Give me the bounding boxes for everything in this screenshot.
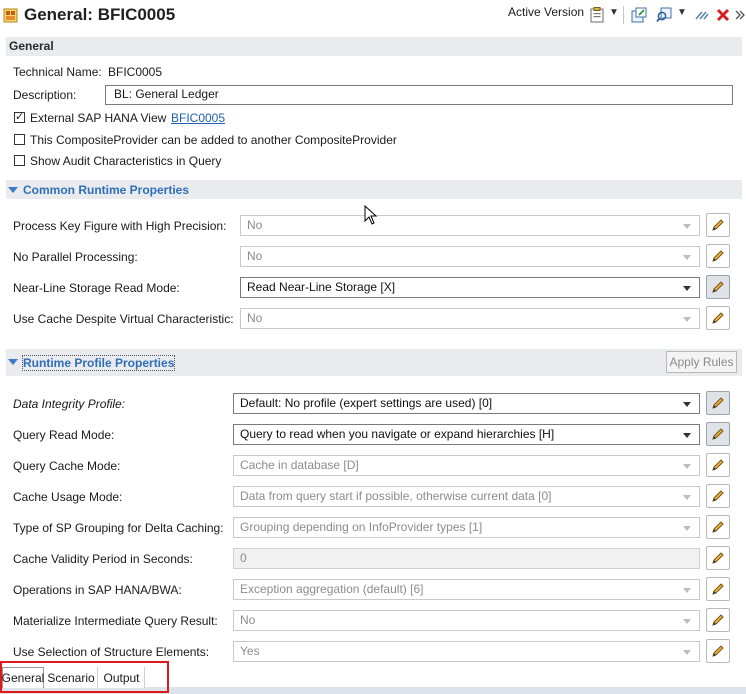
general-section-header [6, 37, 742, 56]
chevron-down-icon [683, 402, 691, 407]
cache-usage-mode-label: Cache Usage Mode: [13, 490, 123, 504]
cache-usage-mode-value: Data from query start if possible, other… [240, 489, 552, 503]
pencil-icon[interactable] [706, 608, 730, 632]
precision-label: Process Key Figure with High Precision: [13, 219, 227, 233]
toolbar-separator [623, 6, 624, 24]
pencil-icon[interactable] [706, 453, 730, 477]
cache-usage-mode-combo[interactable]: Data from query start if possible, other… [233, 486, 700, 507]
chevron-down-icon [683, 433, 691, 438]
composite-checkbox[interactable] [14, 134, 25, 145]
pencil-icon[interactable] [706, 484, 730, 508]
pencil-icon[interactable] [706, 244, 730, 268]
clipboard-icon[interactable] [588, 6, 606, 24]
general-section-title: General [9, 39, 54, 53]
audit-label: Show Audit Characteristics in Query [30, 154, 222, 168]
pencil-icon[interactable] [706, 213, 730, 237]
hana-operations-label: Operations in SAP HANA/BWA: [13, 583, 182, 597]
cache-virtual-combo[interactable]: No [240, 308, 700, 329]
nearline-combo[interactable]: Read Near-Line Storage [X] [240, 277, 700, 298]
export-icon[interactable] [630, 6, 648, 24]
pencil-icon[interactable] [706, 546, 730, 570]
expand-icon[interactable] [8, 187, 18, 193]
pencil-icon[interactable] [706, 275, 730, 299]
composite-provider-icon [3, 8, 18, 23]
technical-name-value: BFIC0005 [108, 65, 163, 79]
pencil-icon[interactable] [706, 577, 730, 601]
structure-selection-value: Yes [240, 644, 260, 658]
nearline-value: Read Near-Line Storage [X] [247, 280, 396, 294]
chevron-down-icon [683, 619, 691, 624]
external-view-checkbox[interactable] [14, 110, 25, 123]
cache-validity-field[interactable]: 0 [233, 548, 700, 569]
query-read-mode-label: Query Read Mode: [13, 428, 115, 442]
chevron-down-icon[interactable]: ▼ [677, 7, 687, 18]
chevron-down-icon [683, 495, 691, 500]
cache-validity-label: Cache Validity Period in Seconds: [13, 552, 193, 566]
query-read-mode-value: Query to read when you navigate or expan… [240, 427, 555, 441]
external-view-label: External SAP HANA View [30, 111, 167, 125]
cache-virtual-label: Use Cache Despite Virtual Characteristic… [13, 312, 234, 326]
chevron-down-icon [683, 588, 691, 593]
query-cache-mode-value: Cache in database [D] [240, 458, 359, 472]
structure-selection-label: Use Selection of Structure Elements: [13, 645, 210, 659]
sp-grouping-label: Type of SP Grouping for Delta Caching: [13, 521, 224, 535]
pin-icon[interactable] [693, 6, 711, 24]
precision-combo[interactable]: No [240, 215, 700, 236]
chevron-down-icon [683, 526, 691, 531]
hana-operations-combo[interactable]: Exception aggregation (default) [6] [233, 579, 700, 600]
query-read-mode-combo[interactable]: Query to read when you navigate or expan… [233, 424, 700, 445]
tabs-highlight [0, 661, 169, 693]
runtime-profile-title[interactable]: Runtime Profile Properties [21, 355, 176, 371]
common-runtime-title[interactable]: Common Runtime Properties [23, 183, 189, 197]
nearline-label: Near-Line Storage Read Mode: [13, 281, 180, 295]
parallel-value: No [247, 249, 263, 263]
active-version-label: Active Version [508, 5, 585, 19]
pencil-icon[interactable] [706, 391, 730, 415]
composite-label: This CompositeProvider can be added to a… [30, 133, 397, 147]
parallel-label: No Parallel Processing: [13, 250, 138, 264]
materialize-label: Materialize Intermediate Query Result: [13, 614, 218, 628]
precision-value: No [247, 218, 263, 232]
technical-name-label: Technical Name: [13, 65, 102, 79]
chevron-down-icon [683, 255, 691, 260]
external-view-link[interactable]: BFIC0005 [171, 111, 225, 125]
chevron-down-icon [683, 317, 691, 322]
structure-selection-combo[interactable]: Yes [233, 641, 700, 662]
editor-title: General: BFIC0005 [24, 5, 176, 24]
integrity-profile-label: Data Integrity Profile: [13, 397, 126, 411]
more-icon[interactable] [731, 6, 746, 24]
cache-validity-value: 0 [240, 551, 247, 565]
expand-icon[interactable] [8, 359, 18, 365]
audit-checkbox[interactable] [14, 155, 25, 166]
sp-grouping-value: Grouping depending on InfoProvider types… [240, 520, 483, 534]
pencil-icon[interactable] [706, 306, 730, 330]
chevron-down-icon [683, 286, 691, 291]
query-cache-mode-label: Query Cache Mode: [13, 459, 121, 473]
close-icon[interactable] [714, 6, 732, 24]
pencil-icon[interactable] [706, 639, 730, 663]
integrity-profile-combo[interactable]: Default: No profile (expert settings are… [233, 393, 700, 414]
description-label: Description: [13, 88, 77, 102]
pencil-icon[interactable] [706, 422, 730, 446]
chevron-down-icon[interactable]: ▼ [609, 7, 619, 18]
pencil-icon[interactable] [706, 515, 730, 539]
chevron-down-icon [683, 224, 691, 229]
apply-rules-button[interactable]: Apply Rules [666, 351, 737, 373]
description-field[interactable]: BL: General Ledger [105, 85, 733, 105]
query-cache-mode-combo[interactable]: Cache in database [D] [233, 455, 700, 476]
chevron-down-icon [683, 650, 691, 655]
hana-operations-value: Exception aggregation (default) [6] [240, 582, 424, 596]
search-icon[interactable] [655, 6, 673, 24]
sp-grouping-combo[interactable]: Grouping depending on InfoProvider types… [233, 517, 700, 538]
chevron-down-icon [683, 464, 691, 469]
cache-virtual-value: No [247, 311, 263, 325]
parallel-combo[interactable]: No [240, 246, 700, 267]
mouse-cursor-icon [364, 205, 378, 225]
integrity-profile-value: Default: No profile (expert settings are… [240, 396, 493, 410]
materialize-combo[interactable]: No [233, 610, 700, 631]
materialize-value: No [240, 613, 256, 627]
